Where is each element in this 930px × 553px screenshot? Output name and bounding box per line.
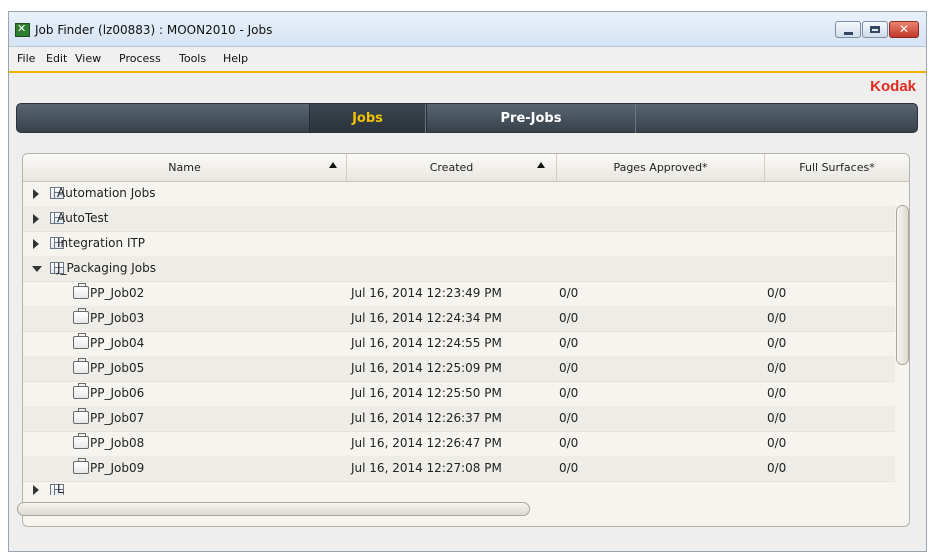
table-row[interactable]: PP_Job06 Jul 16, 2014 12:25:50 PM 0/0 0/…	[23, 381, 895, 407]
close-button[interactable]	[889, 21, 919, 38]
menu-process[interactable]: Process	[119, 52, 161, 65]
sort-ascending-icon	[329, 162, 337, 168]
job-icon	[73, 383, 89, 399]
table-row[interactable]: PP_Job03 Jul 16, 2014 12:24:34 PM 0/0 0/…	[23, 306, 895, 332]
expand-arrow-icon[interactable]	[33, 239, 39, 249]
job-pages-approved: 0/0	[559, 311, 579, 325]
folder-row[interactable]: Automation Jobs	[23, 181, 895, 207]
tab-pre-jobs[interactable]: Pre-Jobs	[426, 104, 636, 133]
folder-name: AutoTest	[57, 211, 109, 225]
job-name: PP_Job02	[90, 286, 145, 300]
job-pages-approved: 0/0	[559, 411, 579, 425]
table-row[interactable]: PP_Job07 Jul 16, 2014 12:26:37 PM 0/0 0/…	[23, 406, 895, 432]
job-icon	[73, 283, 89, 299]
job-name: PP_Job08	[90, 436, 145, 450]
expand-arrow-icon[interactable]	[33, 189, 39, 199]
job-pages-approved: 0/0	[559, 361, 579, 375]
column-header-created[interactable]: Created	[347, 154, 557, 181]
job-pages-approved: 0/0	[559, 461, 579, 475]
job-created: Jul 16, 2014 12:25:50 PM	[351, 386, 502, 400]
table-row[interactable]: PP_Job02 Jul 16, 2014 12:23:49 PM 0/0 0/…	[23, 281, 895, 307]
job-full-surfaces: 0/0	[767, 286, 787, 300]
folder-row[interactable]: Integration ITP	[23, 231, 895, 257]
job-name: PP_Job05	[90, 361, 145, 375]
job-pages-approved: 0/0	[559, 336, 579, 350]
folder-name: J_Packaging Jobs	[57, 261, 157, 275]
menu-view[interactable]: View	[75, 52, 101, 65]
menu-bar: File Edit View Process Tools Help	[9, 47, 926, 73]
job-full-surfaces: 0/0	[767, 436, 787, 450]
job-full-surfaces: 0/0	[767, 336, 787, 350]
job-pages-approved: 0/0	[559, 286, 579, 300]
job-name: PP_Job04	[90, 336, 145, 350]
vertical-scrollbar[interactable]	[896, 205, 909, 365]
job-full-surfaces: 0/0	[767, 461, 787, 475]
folder-name: Automation Jobs	[57, 186, 156, 200]
folder-row[interactable]: L	[23, 481, 895, 495]
column-header-pages-approved[interactable]: Pages Approved*	[557, 154, 765, 181]
job-icon	[73, 308, 89, 324]
job-full-surfaces: 0/0	[767, 411, 787, 425]
horizontal-scrollbar[interactable]	[17, 502, 530, 516]
column-header-full-surfaces[interactable]: Full Surfaces*	[765, 154, 909, 181]
expand-arrow-icon[interactable]	[33, 214, 39, 224]
expand-arrow-icon[interactable]	[33, 485, 39, 495]
folder-name: Integration ITP	[57, 236, 146, 250]
menu-file[interactable]: File	[17, 52, 35, 65]
folder-row[interactable]: J_Packaging Jobs	[23, 256, 895, 282]
table-row[interactable]: PP_Job05 Jul 16, 2014 12:25:09 PM 0/0 0/…	[23, 356, 895, 382]
job-pages-approved: 0/0	[559, 386, 579, 400]
menu-help[interactable]: Help	[223, 52, 248, 65]
table-header: Name Created Pages Approved* Full Surfac…	[23, 154, 909, 182]
table-row[interactable]: PP_Job08 Jul 16, 2014 12:26:47 PM 0/0 0/…	[23, 431, 895, 457]
app-icon	[15, 22, 30, 37]
collapse-arrow-icon[interactable]	[32, 266, 42, 272]
folder-row[interactable]: AutoTest	[23, 206, 895, 232]
job-name: PP_Job06	[90, 386, 145, 400]
job-icon	[73, 408, 89, 424]
job-icon	[73, 333, 89, 349]
table-row[interactable]: PP_Job04 Jul 16, 2014 12:24:55 PM 0/0 0/…	[23, 331, 895, 357]
column-header-name[interactable]: Name	[23, 154, 347, 181]
sort-ascending-icon	[537, 162, 545, 168]
minimize-button[interactable]	[835, 21, 861, 38]
job-pages-approved: 0/0	[559, 436, 579, 450]
window-title: Job Finder (lz00883) : MOON2010 - Jobs	[35, 23, 273, 37]
job-name: PP_Job03	[90, 311, 145, 325]
tab-jobs[interactable]: Jobs	[309, 104, 426, 133]
job-created: Jul 16, 2014 12:25:09 PM	[351, 361, 502, 375]
job-full-surfaces: 0/0	[767, 386, 787, 400]
jobs-table: Name Created Pages Approved* Full Surfac…	[22, 153, 910, 527]
title-bar[interactable]: Job Finder (lz00883) : MOON2010 - Jobs	[9, 12, 926, 47]
table-row[interactable]: PP_Job09 Jul 16, 2014 12:27:08 PM 0/0 0/…	[23, 456, 895, 482]
job-icon	[73, 458, 89, 474]
job-full-surfaces: 0/0	[767, 311, 787, 325]
job-created: Jul 16, 2014 12:23:49 PM	[351, 286, 502, 300]
job-created: Jul 16, 2014 12:26:47 PM	[351, 436, 502, 450]
job-name: PP_Job09	[90, 461, 145, 475]
job-full-surfaces: 0/0	[767, 361, 787, 375]
menu-edit[interactable]: Edit	[46, 52, 67, 65]
menu-tools[interactable]: Tools	[179, 52, 206, 65]
tab-bar: Jobs Pre-Jobs	[16, 103, 918, 133]
job-icon	[73, 358, 89, 374]
job-created: Jul 16, 2014 12:24:34 PM	[351, 311, 502, 325]
job-created: Jul 16, 2014 12:26:37 PM	[351, 411, 502, 425]
maximize-button[interactable]	[862, 21, 888, 38]
folder-name: L	[57, 482, 64, 495]
job-icon	[73, 433, 89, 449]
job-name: PP_Job07	[90, 411, 145, 425]
job-finder-window: Job Finder (lz00883) : MOON2010 - Jobs F…	[8, 11, 927, 552]
job-created: Jul 16, 2014 12:27:08 PM	[351, 461, 502, 475]
job-created: Jul 16, 2014 12:24:55 PM	[351, 336, 502, 350]
kodak-logo: Kodak	[870, 78, 916, 95]
